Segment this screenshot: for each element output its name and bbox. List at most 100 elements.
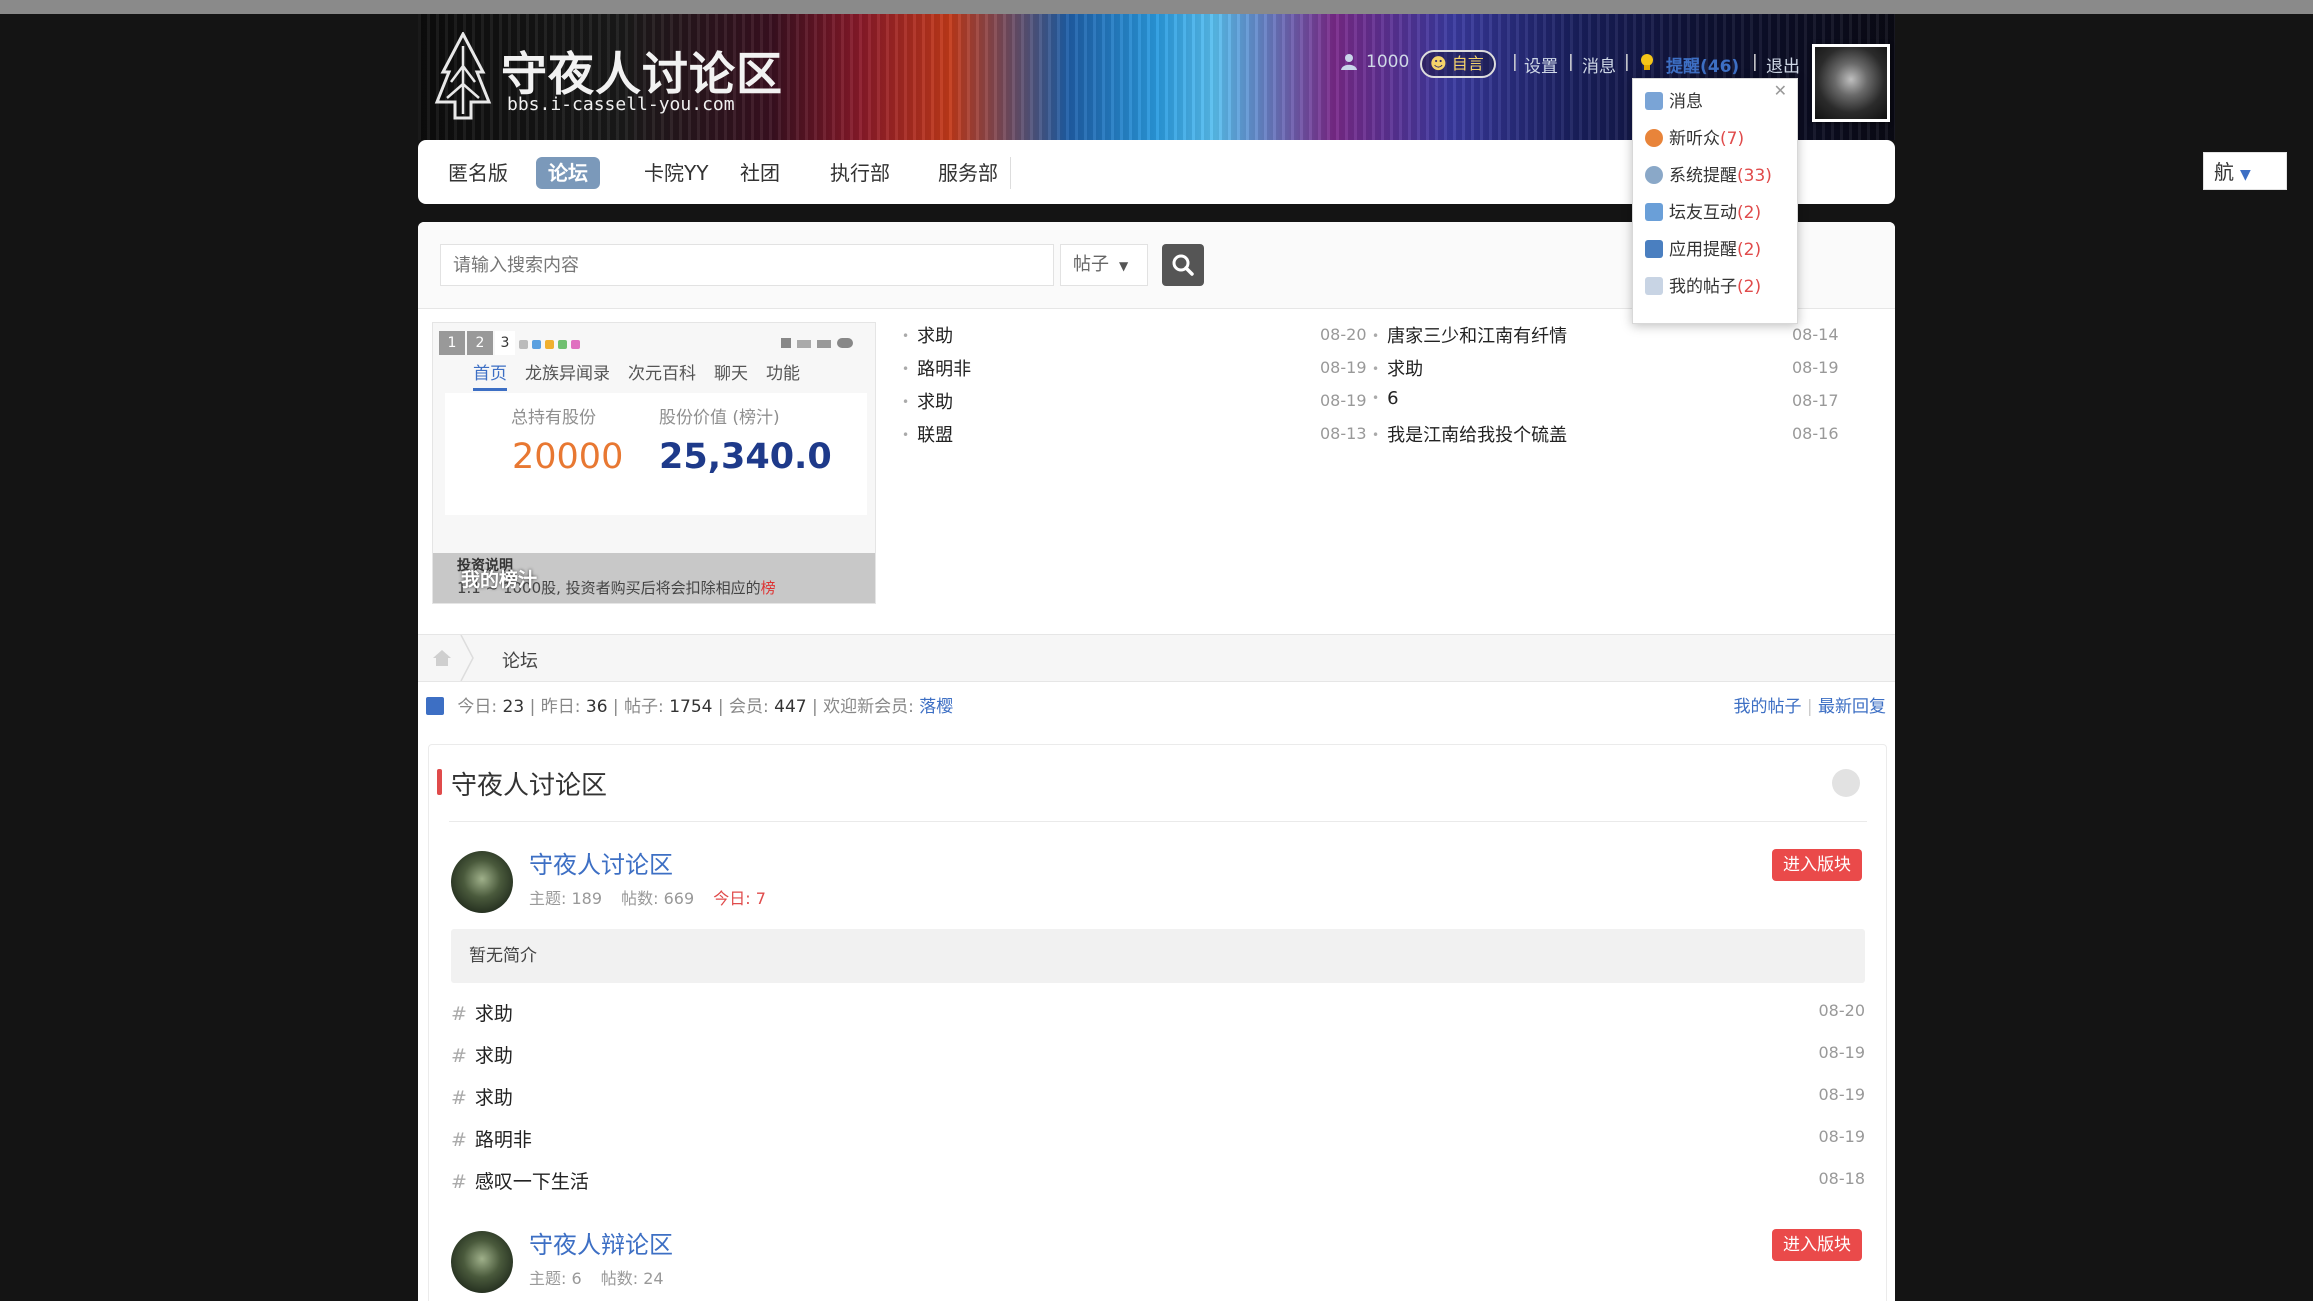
- logout-link[interactable]: 退出: [1766, 52, 1800, 77]
- board-name[interactable]: 守夜人讨论区: [529, 845, 673, 880]
- user-avatar[interactable]: [1812, 44, 1890, 122]
- stats-posts: 1754: [669, 697, 713, 717]
- site-nav-label: 航: [2214, 160, 2234, 184]
- latest-post-right[interactable]: 6: [1372, 388, 1398, 418]
- stats-today-label: 今日:: [457, 697, 498, 717]
- thread-row[interactable]: # 求助 08-19: [451, 1083, 1865, 1113]
- my-tears-overlay[interactable]: 我的榜汁: [461, 565, 537, 592]
- nav-item-executive[interactable]: 执行部: [818, 157, 902, 189]
- username-link[interactable]: 1000: [1366, 52, 1409, 72]
- latest-post-right[interactable]: 求助: [1372, 355, 1423, 385]
- thread-row[interactable]: # 路明非 08-19: [451, 1125, 1865, 1155]
- hash-icon: #: [451, 1003, 467, 1025]
- settings-link[interactable]: 设置: [1524, 52, 1558, 77]
- search-button[interactable]: [1162, 244, 1204, 286]
- dropdown-item-followers[interactable]: 新听众(7): [1645, 124, 1744, 154]
- divider: [449, 821, 1867, 822]
- board-meta: 主题: 189 帖数: 669 今日: 7: [529, 885, 766, 909]
- latest-post-left[interactable]: 求助: [902, 388, 953, 418]
- board-posts: 帖数: 669: [621, 889, 695, 908]
- latest-reply-link[interactable]: 最新回复: [1818, 697, 1886, 717]
- stats-yesterday: 36: [585, 697, 608, 717]
- thread-title[interactable]: 求助: [475, 1045, 513, 1067]
- dropdown-item-my-posts[interactable]: 我的帖子(2): [1645, 272, 1761, 302]
- widget-page-1[interactable]: 1: [439, 331, 465, 355]
- logo-url: bbs.i-cassell-you.com: [507, 94, 735, 115]
- latest-post-left[interactable]: 路明非: [902, 355, 971, 385]
- messages-link[interactable]: 消息: [1582, 52, 1616, 77]
- main-panel: 帖子 ▼ 1 2 3 首页龙族异闻录次元百科聊天功能 总持有股份 股份价值 (榜汁…: [418, 222, 1895, 1301]
- nav-item-clubs[interactable]: 社团: [728, 157, 792, 189]
- thread-row[interactable]: # 感叹一下生活 08-18: [451, 1167, 1865, 1197]
- lightbulb-icon: [1641, 54, 1653, 70]
- widget-tab-wiki[interactable]: 次元百科: [628, 364, 696, 384]
- latest-post-date: 08-19: [1320, 391, 1367, 410]
- search-type-label: 帖子: [1073, 254, 1109, 275]
- latest-post-right[interactable]: 唐家三少和江南有纤情: [1372, 322, 1567, 352]
- latest-post-date: 08-14: [1792, 325, 1839, 344]
- thread-date: 08-20: [1818, 1001, 1866, 1020]
- site-logo[interactable]: 守夜人讨论区 bbs.i-cassell-you.com: [431, 32, 782, 122]
- widget-tab-chat[interactable]: 聊天: [714, 364, 748, 384]
- widget-tab-home[interactable]: 首页: [473, 364, 507, 391]
- holdings-value: 20000: [512, 437, 624, 477]
- my-posts-link[interactable]: 我的帖子: [1733, 697, 1801, 717]
- board-tree-icon[interactable]: [451, 1231, 513, 1293]
- stats-members-label: 会员:: [729, 697, 769, 717]
- widget-tab-functions[interactable]: 功能: [766, 364, 800, 384]
- section-title: 守夜人讨论区: [436, 765, 607, 802]
- breadcrumb-current[interactable]: 论坛: [502, 647, 538, 673]
- thread-row[interactable]: # 求助 08-20: [451, 999, 1865, 1029]
- widget-status-icons: [519, 337, 584, 351]
- collapse-icon[interactable]: [1832, 769, 1860, 797]
- investment-note: 投资说明 1.1 ~ 1000股, 投资者购买后将会扣除相应的榜 我的榜汁: [433, 553, 875, 603]
- latest-post-left[interactable]: 求助: [902, 322, 953, 352]
- remind-dropdown: ✕ 消息 新听众(7) 系统提醒(33) 坛友互动(2) 应用提醒(2) 我的帖…: [1632, 78, 1798, 324]
- thread-row[interactable]: # 求助 08-19: [451, 1041, 1865, 1071]
- latest-post-date: 08-19: [1792, 358, 1839, 377]
- board-topics: 主题: 189: [529, 889, 603, 908]
- board-name[interactable]: 守夜人辩论区: [529, 1225, 673, 1260]
- separator: |: [529, 697, 541, 717]
- thread-title[interactable]: 求助: [475, 1003, 513, 1025]
- thread-title[interactable]: 求助: [475, 1087, 513, 1109]
- forum-stats: 今日: 23 | 昨日: 36 | 帖子: 1754 | 会员: 447 | 欢…: [426, 692, 1886, 722]
- enter-board-button[interactable]: 进入版块: [1772, 849, 1862, 881]
- home-icon[interactable]: [432, 649, 452, 667]
- latest-post-left[interactable]: 联盟: [902, 421, 953, 451]
- thread-date: 08-19: [1818, 1127, 1866, 1146]
- nav-item-service[interactable]: 服务部: [926, 157, 1011, 189]
- board-today: 今日: 7: [713, 889, 766, 908]
- new-member-link[interactable]: 落樱: [919, 697, 953, 717]
- hash-icon: #: [451, 1129, 467, 1151]
- user-icon: [1341, 54, 1357, 70]
- search-input[interactable]: [440, 244, 1054, 286]
- dropdown-item-messages[interactable]: 消息: [1645, 87, 1703, 117]
- latest-post-date: 08-16: [1792, 424, 1839, 443]
- envelope-icon: [1645, 92, 1663, 110]
- dropdown-item-interaction[interactable]: 坛友互动(2): [1645, 198, 1761, 228]
- breadcrumb: 论坛: [418, 634, 1895, 682]
- status-pill[interactable]: ☻ 自言: [1420, 50, 1496, 78]
- dropdown-item-system[interactable]: 系统提醒(33): [1645, 161, 1772, 191]
- nav-item-forum[interactable]: 论坛: [536, 157, 600, 189]
- hash-icon: #: [451, 1171, 467, 1193]
- latest-post-right[interactable]: 我是江南给我投个硫盖: [1372, 421, 1567, 451]
- close-icon[interactable]: ✕: [1774, 81, 1787, 100]
- enter-board-button[interactable]: 进入版块: [1772, 1229, 1862, 1261]
- widget-tab-longzu[interactable]: 龙族异闻录: [525, 364, 610, 384]
- board-meta: 主题: 6 帖数: 24: [529, 1265, 664, 1289]
- nav-item-kayy[interactable]: 卡院YY: [632, 157, 720, 189]
- thread-title[interactable]: 路明非: [475, 1129, 532, 1151]
- dropdown-item-apps[interactable]: 应用提醒(2): [1645, 235, 1761, 265]
- thread-date: 08-19: [1818, 1085, 1866, 1104]
- top-strip: [0, 0, 2313, 14]
- thread-title[interactable]: 感叹一下生活: [475, 1171, 589, 1193]
- search-type-select[interactable]: 帖子 ▼: [1060, 244, 1148, 286]
- site-nav-dropdown[interactable]: 航 ▼: [2203, 152, 2287, 190]
- board-tree-icon[interactable]: [451, 851, 513, 913]
- widget-page-2[interactable]: 2: [467, 331, 493, 355]
- widget-page-3[interactable]: 3: [495, 331, 515, 355]
- remind-link[interactable]: 提醒(46): [1666, 52, 1739, 77]
- nav-item-anonymous[interactable]: 匿名版: [436, 157, 520, 189]
